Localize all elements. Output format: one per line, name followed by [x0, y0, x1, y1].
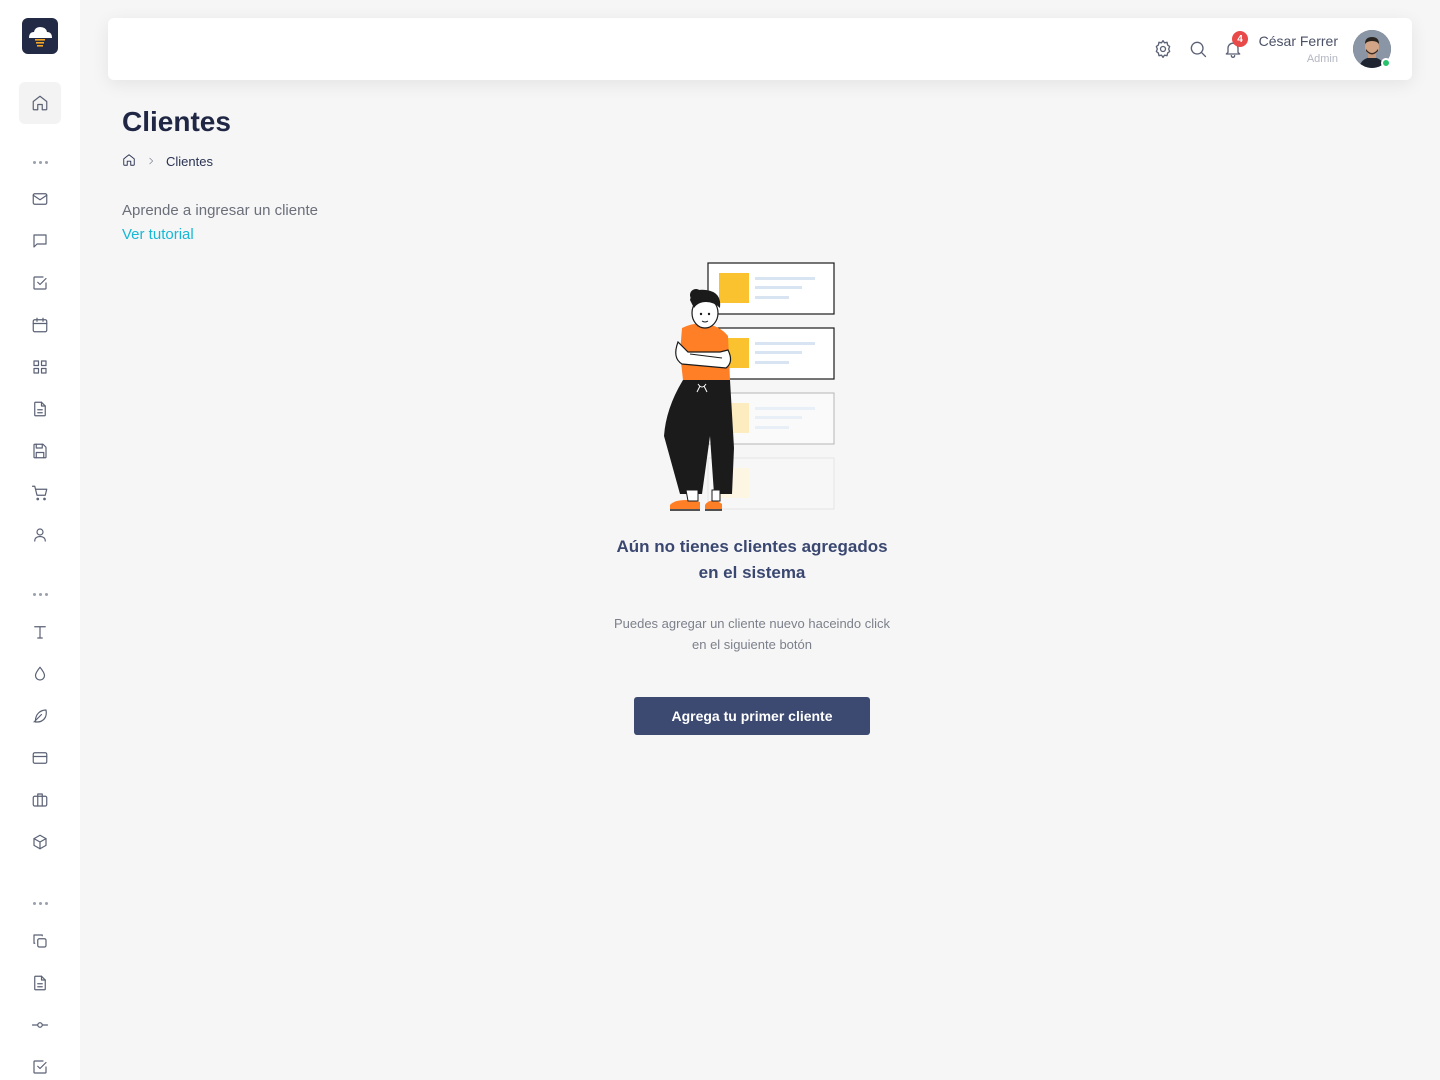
check-square-icon — [33, 1060, 47, 1074]
sidebar-item-calendar[interactable] — [19, 304, 61, 346]
calendar-icon — [32, 317, 48, 333]
sidebar-item-tasks[interactable] — [19, 262, 61, 304]
copy-icon — [33, 934, 47, 948]
checkbox-icon — [33, 276, 47, 290]
sidebar-item-box[interactable] — [19, 821, 61, 863]
breadcrumb-current: Clientes — [166, 153, 213, 169]
nav-separator — [26, 159, 54, 165]
nav-separator — [26, 591, 54, 597]
commit-icon — [31, 1022, 49, 1028]
sidebar-item-check[interactable] — [19, 1046, 61, 1080]
notification-badge: 4 — [1232, 31, 1248, 47]
text-icon — [34, 626, 46, 639]
box-icon — [33, 834, 47, 850]
chat-icon — [33, 234, 47, 248]
mail-icon — [32, 193, 48, 205]
empty-desc-line-2: en el siguiente botón — [692, 637, 812, 652]
sidebar — [0, 0, 80, 1080]
sidebar-item-documents[interactable] — [19, 388, 61, 430]
sidebar-item-mail[interactable] — [19, 178, 61, 220]
learn-text: Aprende a ingresar un cliente — [122, 202, 318, 219]
online-status-dot — [1381, 58, 1391, 68]
sidebar-item-commit[interactable] — [19, 1004, 61, 1046]
home-icon — [123, 153, 135, 166]
sidebar-item-typography[interactable] — [19, 611, 61, 653]
add-first-client-button[interactable]: Agrega tu primer cliente — [634, 697, 870, 735]
sidebar-item-cards[interactable] — [19, 737, 61, 779]
nav-separator — [26, 900, 54, 906]
sidebar-item-save[interactable] — [19, 430, 61, 472]
sidebar-item-user[interactable] — [19, 514, 61, 556]
home-icon — [32, 95, 48, 111]
sidebar-item-chat[interactable] — [19, 220, 61, 262]
empty-state-illustration — [664, 262, 835, 511]
top-header: 4 César Ferrer Admin — [108, 18, 1412, 80]
sidebar-item-briefcase[interactable] — [19, 779, 61, 821]
empty-state-description: Puedes agregar un cliente nuevo haceindo… — [560, 613, 944, 655]
sidebar-item-file[interactable] — [19, 962, 61, 1004]
breadcrumb-home[interactable] — [122, 153, 136, 170]
empty-title-line-1: Aún no tienes clientes agregados — [616, 537, 888, 556]
feather-icon — [33, 709, 47, 723]
page-title: Clientes — [122, 106, 231, 137]
file-text-icon — [34, 975, 46, 991]
tutorial-link[interactable]: Ver tutorial — [122, 226, 194, 243]
empty-state-title: Aún no tienes clientes agregados en el s… — [560, 534, 944, 586]
settings-icon — [1155, 40, 1171, 58]
breadcrumb: Clientes — [122, 152, 213, 170]
settings-button[interactable] — [1151, 37, 1175, 61]
chevron-right-icon — [146, 154, 156, 169]
user-role: Admin — [1306, 53, 1338, 65]
sidebar-item-copy[interactable] — [19, 920, 61, 962]
user-name[interactable]: César Ferrer — [1259, 33, 1338, 49]
cart-icon — [31, 485, 48, 501]
empty-title-line-2: en el sistema — [698, 563, 806, 582]
search-icon — [1190, 41, 1207, 58]
sidebar-item-home[interactable] — [19, 82, 61, 124]
briefcase-icon — [32, 793, 48, 807]
grid-icon — [33, 360, 47, 374]
drop-icon — [34, 666, 46, 681]
save-icon — [33, 443, 47, 459]
sidebar-item-feather[interactable] — [19, 695, 61, 737]
search-button[interactable] — [1186, 37, 1210, 61]
credit-card-icon — [32, 752, 48, 764]
user-icon — [34, 528, 46, 542]
document-icon — [34, 401, 46, 417]
sidebar-item-colors[interactable] — [19, 653, 61, 695]
sidebar-item-apps[interactable] — [19, 346, 61, 388]
app-logo[interactable] — [22, 18, 58, 54]
sidebar-item-cart[interactable] — [19, 472, 61, 514]
empty-desc-line-1: Puedes agregar un cliente nuevo haceindo… — [613, 616, 891, 631]
